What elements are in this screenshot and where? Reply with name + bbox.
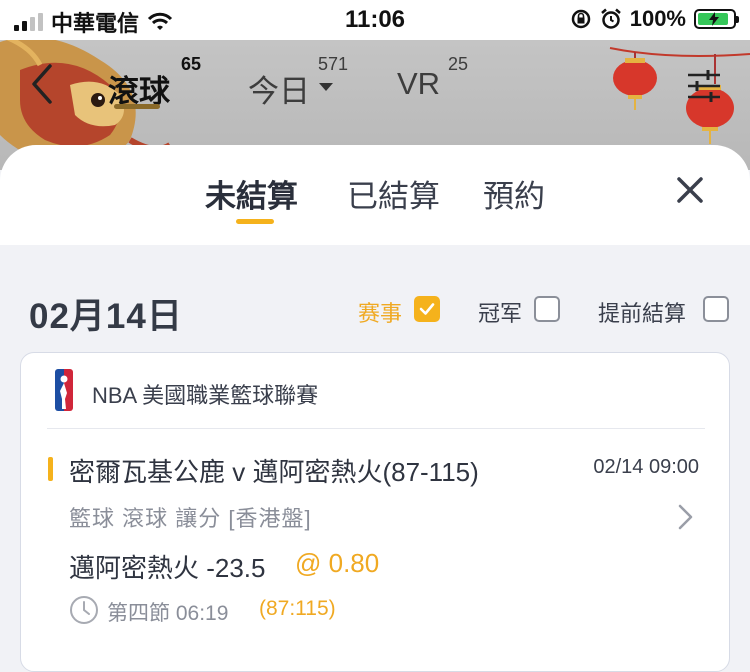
battery-percent: 100% xyxy=(629,6,686,31)
bet-record-sheet-header: 未結算 已結算 預約 xyxy=(0,145,750,245)
filter-checkbox-outright[interactable] xyxy=(534,296,560,322)
chevron-right-icon[interactable] xyxy=(677,503,695,531)
nav-tab-today[interactable]: 今日 xyxy=(248,66,310,111)
status-right: 100% xyxy=(570,6,739,32)
tab-reserved[interactable]: 預約 xyxy=(483,171,545,216)
card-divider xyxy=(47,428,705,429)
tab-active-indicator xyxy=(236,219,274,224)
date-heading: 02月14日 xyxy=(29,297,183,336)
bet-selection: 邁阿密熱火 -23.5 xyxy=(69,553,266,583)
match-live-score: (87:115) xyxy=(259,597,336,620)
nav-active-indicator xyxy=(114,104,160,109)
tab-unsettled[interactable]: 未結算 xyxy=(205,171,298,216)
lock-rotation-icon xyxy=(571,9,590,29)
tab-settled[interactable]: 已結算 xyxy=(347,171,440,216)
bet-type: 籃球 滾球 讓分 [香港盤] xyxy=(69,506,312,531)
filter-checkbox-cashout[interactable] xyxy=(703,296,729,322)
battery-icon xyxy=(694,9,739,29)
close-icon[interactable] xyxy=(676,176,704,204)
checkbox-check-icon xyxy=(419,303,435,315)
bet-odds: @ 0.80 xyxy=(295,548,380,578)
status-bar: 中華電信 11:06 100% xyxy=(0,0,750,40)
filter-sliders-icon[interactable] xyxy=(686,68,722,104)
match-accent-bar xyxy=(48,457,53,481)
dropdown-caret-icon[interactable] xyxy=(318,82,334,92)
nav-tab-today-count: 571 xyxy=(318,54,349,74)
filter-checkbox-events[interactable] xyxy=(414,296,440,322)
filter-label-outright[interactable]: 冠军 xyxy=(478,296,522,328)
lantern-decoration xyxy=(609,47,750,144)
alarm-icon xyxy=(600,8,621,29)
back-icon[interactable] xyxy=(26,62,62,106)
league-name: NBA 美國職業籃球聯賽 xyxy=(92,383,319,408)
nav-tab-vr[interactable]: VR xyxy=(397,66,440,102)
match-title: 密爾瓦基公鹿 v 邁阿密熱火(87-115) xyxy=(69,457,479,487)
bet-card[interactable]: NBA 美國職業籃球聯賽 密爾瓦基公鹿 v 邁阿密熱火(87-115) 02/1… xyxy=(20,352,730,672)
match-period: 第四節 06:19 xyxy=(107,602,229,625)
nav-tab-inplay-count: 65 xyxy=(181,54,202,74)
nav-tab-vr-count: 25 xyxy=(448,54,469,74)
match-time: 02/14 09:00 xyxy=(593,456,699,478)
filter-label-cashout[interactable]: 提前結算 xyxy=(598,296,686,328)
nba-logo-icon xyxy=(55,369,73,411)
filter-label-events[interactable]: 赛事 xyxy=(358,296,402,328)
clock-icon xyxy=(70,596,98,624)
